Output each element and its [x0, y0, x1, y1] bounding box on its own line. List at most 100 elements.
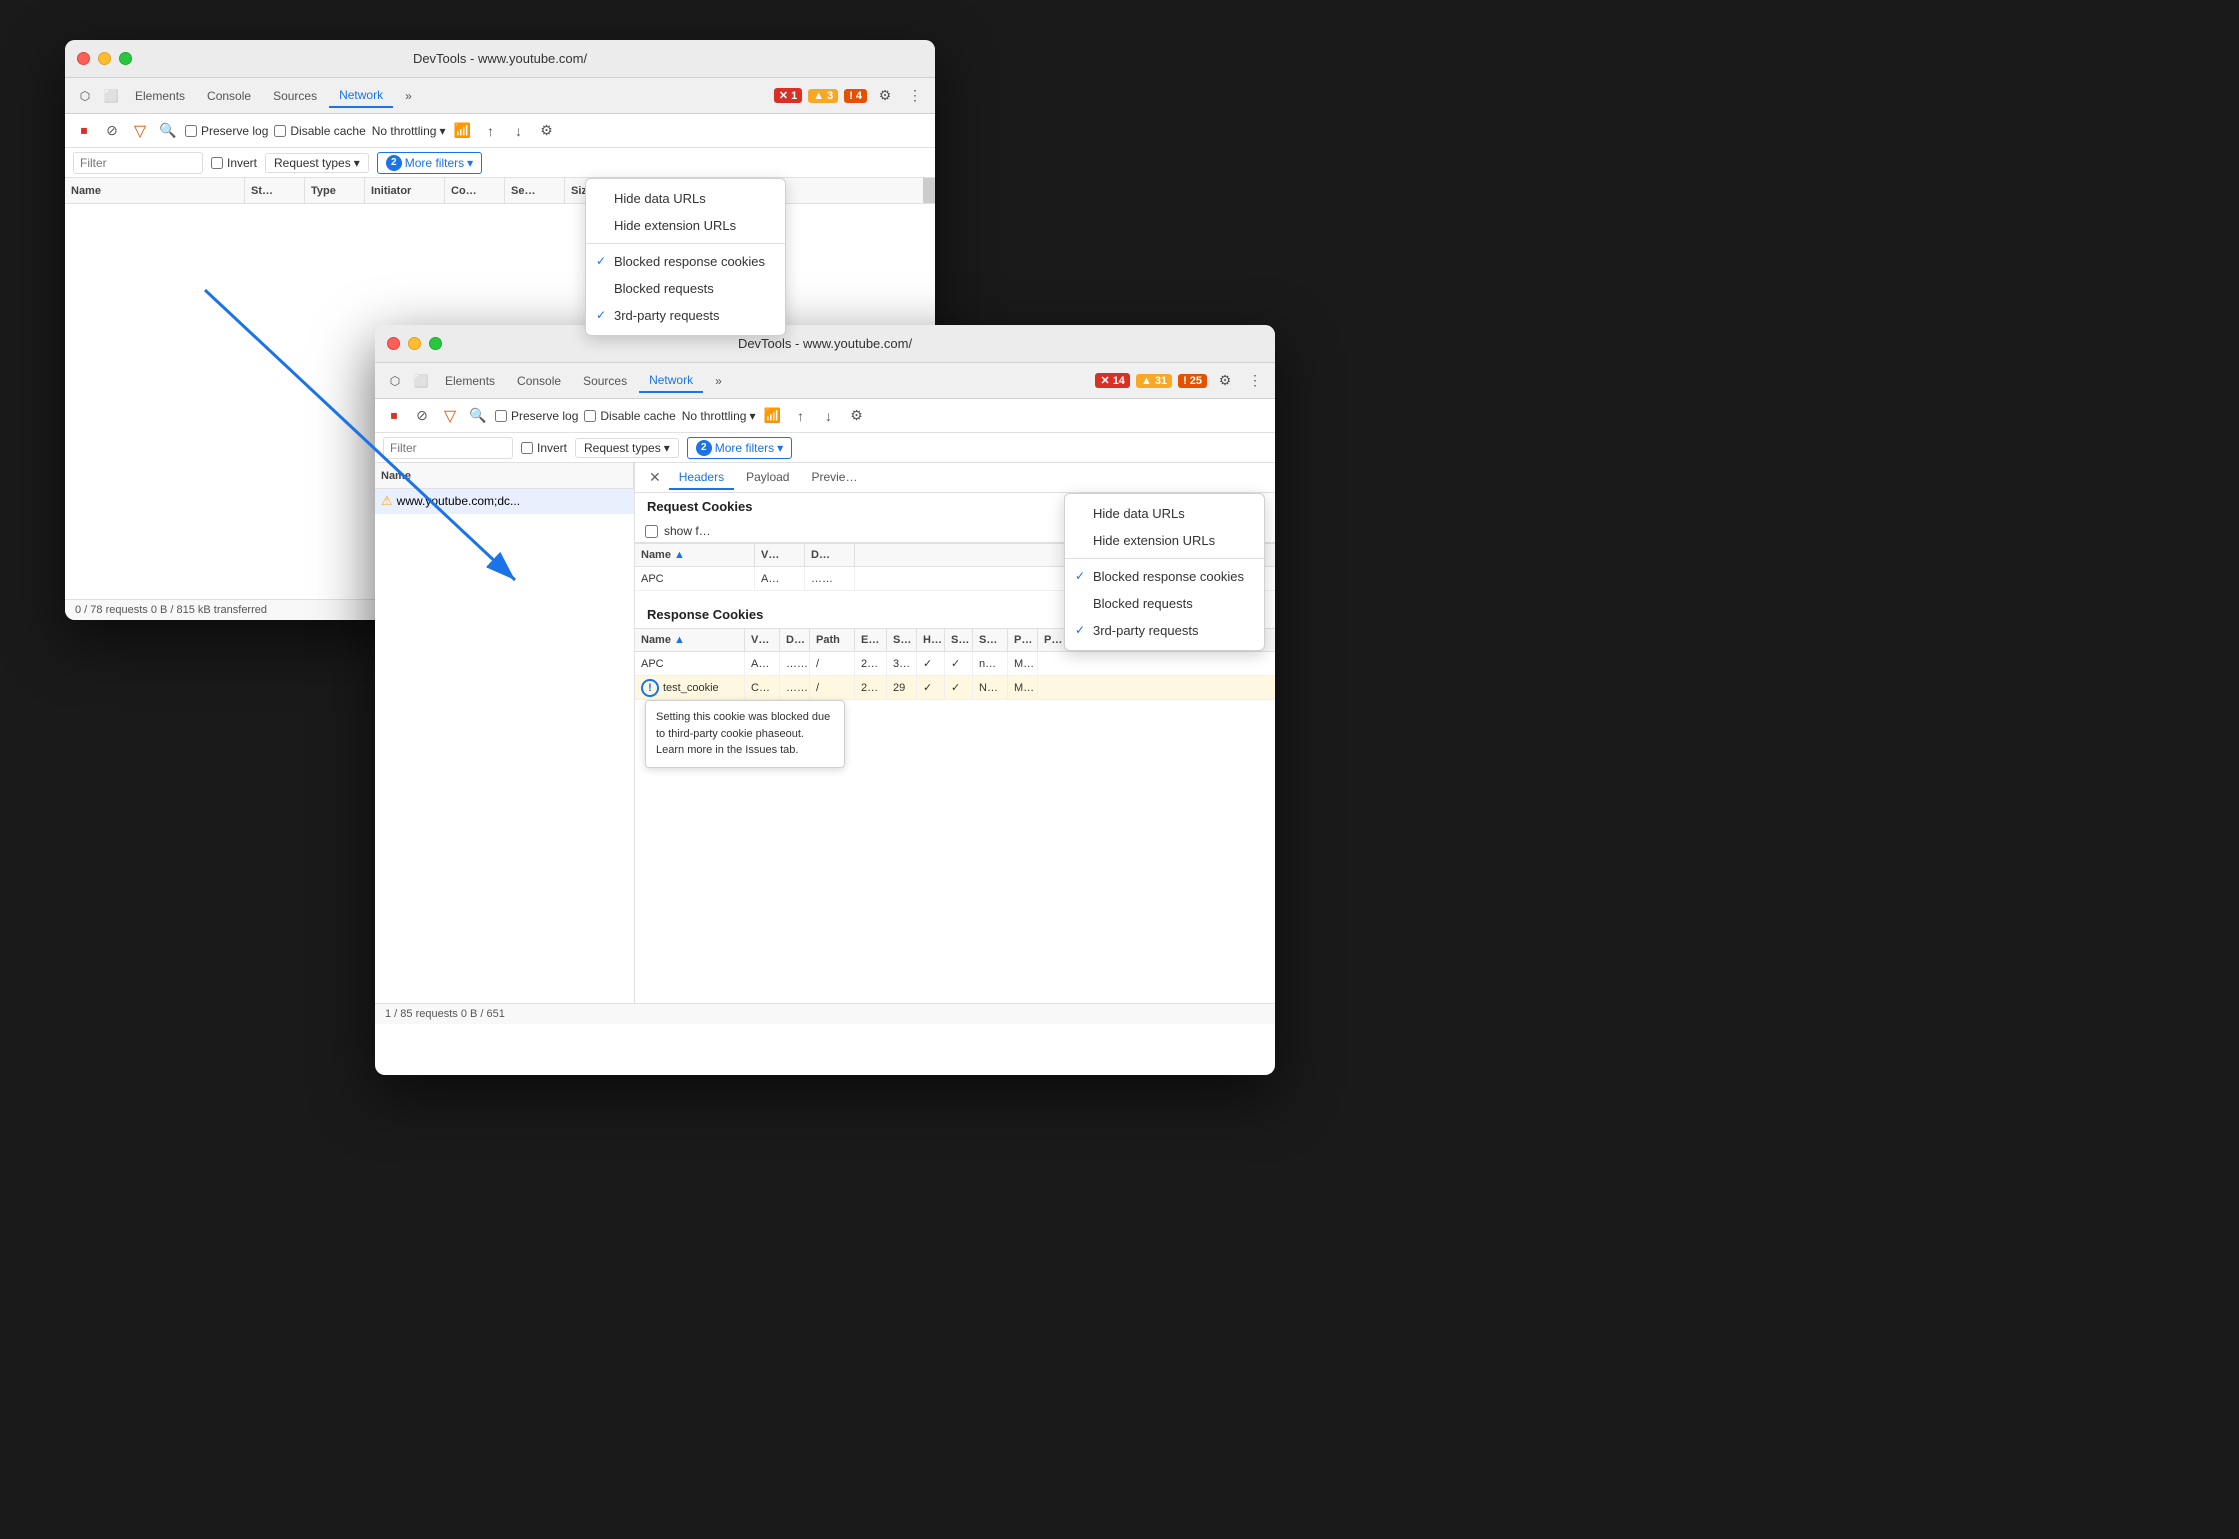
disable-cache-checkbox-2[interactable] [584, 410, 596, 422]
resp-col-s2: S… [945, 629, 973, 651]
request-types-button-1[interactable]: Request types ▾ [265, 153, 369, 173]
close-button-1[interactable] [77, 52, 90, 65]
stop-button-2[interactable]: ⏹ [383, 405, 405, 427]
disable-cache-checkbox-1[interactable] [274, 125, 286, 137]
resp-cookie-row-apc[interactable]: APC A… …… / 2… 3… ✓ ✓ n… M… [635, 652, 1275, 676]
tab-elements-2[interactable]: Elements [435, 370, 505, 392]
throttle-select-2[interactable]: No throttling ▾ [682, 409, 756, 423]
wifi-icon-1[interactable]: 📶 [451, 120, 473, 142]
dropdown-3rd-party-2[interactable]: 3rd-party requests [1065, 617, 1264, 644]
disable-cache-label-2[interactable]: Disable cache [584, 409, 675, 423]
resp-col-d: D… [780, 629, 810, 651]
req-cookie-d-apc: …… [805, 567, 855, 590]
tab-more-2[interactable]: » [705, 370, 732, 392]
panel-tab-preview[interactable]: Previe… [801, 466, 867, 490]
req-col-d: D… [805, 544, 855, 566]
col-initiator-1: Initiator [365, 178, 445, 203]
invert-label-1[interactable]: Invert [211, 156, 257, 170]
download-icon-1[interactable]: ↓ [507, 120, 529, 142]
dropdown-blocked-requests-2[interactable]: Blocked requests [1065, 590, 1264, 617]
filter-button-2[interactable]: ▽ [439, 405, 461, 427]
close-button-2[interactable] [387, 337, 400, 350]
info-badge-1: ! 4 [844, 89, 867, 103]
preserve-log-label-1[interactable]: Preserve log [185, 124, 268, 138]
tab-console-2[interactable]: Console [507, 370, 571, 392]
close-panel-button[interactable]: ✕ [643, 467, 667, 488]
request-types-button-2[interactable]: Request types ▾ [575, 438, 679, 458]
dropdown-hide-data-urls-2[interactable]: Hide data URLs [1065, 500, 1264, 527]
resp-cookie-d-test: …… [780, 676, 810, 699]
resp-cookie-s-test: 29 [887, 676, 917, 699]
throttle-select-1[interactable]: No throttling ▾ [372, 124, 446, 138]
tab-elements-1[interactable]: Elements [125, 85, 195, 107]
traffic-lights-1 [77, 52, 132, 65]
more-filters-chevron-1: ▾ [467, 156, 473, 170]
network-settings-icon-2[interactable]: ⚙ [845, 405, 867, 427]
filter-input-2[interactable] [383, 437, 513, 459]
preserve-log-label-2[interactable]: Preserve log [495, 409, 578, 423]
request-count-2: 1 / 85 requests 0 B / 651 [385, 1008, 505, 1020]
more-filters-button-1[interactable]: 2 More filters ▾ [377, 152, 482, 174]
clear-button-2[interactable]: ⊘ [411, 405, 433, 427]
request-types-text-1: Request types [274, 156, 351, 170]
toolbar-1: ⏹ ⊘ ▽ 🔍 Preserve log Disable cache No th… [65, 114, 935, 148]
dropdown-hide-extension-urls-1[interactable]: Hide extension URLs [586, 212, 785, 239]
download-icon-2[interactable]: ↓ [817, 405, 839, 427]
tab-sources-2[interactable]: Sources [573, 370, 637, 392]
tab-network-2[interactable]: Network [639, 369, 703, 393]
disable-cache-label-1[interactable]: Disable cache [274, 124, 365, 138]
error-badge-2: ✕ 14 [1095, 373, 1129, 388]
invert-label-2[interactable]: Invert [521, 441, 567, 455]
upload-icon-2[interactable]: ↑ [789, 405, 811, 427]
invert-checkbox-1[interactable] [211, 157, 223, 169]
clear-button-1[interactable]: ⊘ [101, 120, 123, 142]
settings-icon-2[interactable]: ⚙ [1213, 369, 1237, 393]
dropdown-3rd-party-1[interactable]: 3rd-party requests [586, 302, 785, 329]
dropdown-blocked-response-cookies-1[interactable]: Blocked response cookies [586, 248, 785, 275]
dropdown-blocked-response-cookies-2[interactable]: Blocked response cookies [1065, 563, 1264, 590]
filter-button-1[interactable]: ▽ [129, 120, 151, 142]
wifi-icon-2[interactable]: 📶 [761, 405, 783, 427]
search-button-2[interactable]: 🔍 [467, 405, 489, 427]
cursor-icon-2[interactable]: ⬡ [383, 369, 407, 393]
tab-network-1[interactable]: Network [329, 84, 393, 108]
filter-row-2: Invert Request types ▾ 2 More filters ▾ [375, 433, 1275, 463]
filter-input-1[interactable] [73, 152, 203, 174]
minimize-button-1[interactable] [98, 52, 111, 65]
cursor-icon[interactable]: ⬡ [73, 84, 97, 108]
dropdown-blocked-requests-1[interactable]: Blocked requests [586, 275, 785, 302]
show-filter-checkbox[interactable] [645, 525, 658, 538]
preserve-log-checkbox-1[interactable] [185, 125, 197, 137]
tab-console-1[interactable]: Console [197, 85, 261, 107]
status-bar-2: 1 / 85 requests 0 B / 651 [375, 1003, 1275, 1024]
more-filters-button-2[interactable]: 2 More filters ▾ [687, 437, 792, 459]
tab-more-1[interactable]: » [395, 85, 422, 107]
settings-icon-1[interactable]: ⚙ [873, 84, 897, 108]
panel-tab-headers[interactable]: Headers [669, 466, 734, 490]
dropdown-hide-extension-urls-2[interactable]: Hide extension URLs [1065, 527, 1264, 554]
network-settings-icon-1[interactable]: ⚙ [535, 120, 557, 142]
dropdown-hide-data-urls-1[interactable]: Hide data URLs [586, 185, 785, 212]
panel-tab-payload[interactable]: Payload [736, 466, 799, 490]
resp-cookie-row-test[interactable]: ! test_cookie C… …… / 2… 29 ✓ ✓ N… M… [635, 676, 1275, 700]
device-icon-2[interactable]: ⬜ [409, 369, 433, 393]
invert-checkbox-2[interactable] [521, 442, 533, 454]
resp-cookie-s3-test: N… [973, 676, 1008, 699]
maximize-button-2[interactable] [429, 337, 442, 350]
minimize-button-2[interactable] [408, 337, 421, 350]
network-row-1[interactable]: ⚠ www.youtube.com;dc... [375, 489, 634, 514]
tab-sources-1[interactable]: Sources [263, 85, 327, 107]
table-header-1: Name St… Type Initiator Co… Se… Siz… [65, 178, 935, 204]
more-icon-1[interactable]: ⋮ [903, 84, 927, 108]
search-button-1[interactable]: 🔍 [157, 120, 179, 142]
upload-icon-1[interactable]: ↑ [479, 120, 501, 142]
preserve-log-checkbox-2[interactable] [495, 410, 507, 422]
req-col-v: V… [755, 544, 805, 566]
device-icon[interactable]: ⬜ [99, 84, 123, 108]
col-content-1: Co… [445, 178, 505, 203]
resp-cookie-h-apc: ✓ [917, 652, 945, 675]
more-icon-2[interactable]: ⋮ [1243, 369, 1267, 393]
maximize-button-1[interactable] [119, 52, 132, 65]
stop-button-1[interactable]: ⏹ [73, 120, 95, 142]
req-col-name: Name ▲ [635, 544, 755, 566]
